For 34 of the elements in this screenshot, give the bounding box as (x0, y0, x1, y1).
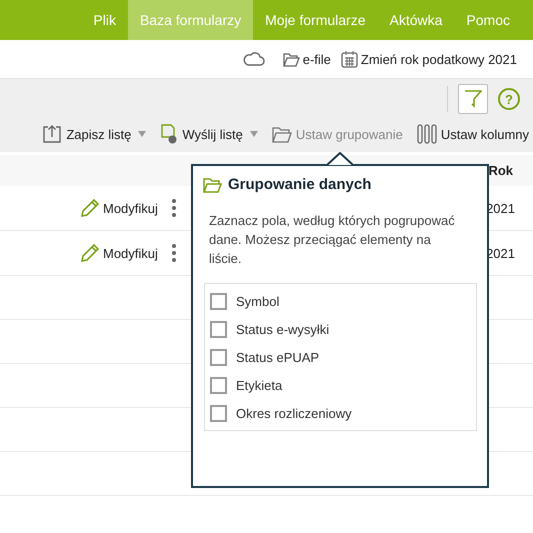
pencil-icon (80, 198, 100, 218)
upload-icon (42, 124, 62, 144)
field-option[interactable]: Okres rozliczeniowy (205, 399, 476, 427)
filter-button[interactable] (458, 84, 488, 114)
toolbar-button[interactable]: Wyślij listę (160, 124, 258, 144)
more-icon[interactable] (172, 199, 176, 217)
folder-icon (272, 126, 292, 142)
modify-button[interactable]: Modyfikuj (80, 243, 158, 263)
checkbox[interactable] (210, 376, 227, 394)
field-option[interactable]: Etykieta (205, 371, 476, 399)
field-option[interactable]: Status ePUAP (205, 343, 476, 371)
field-option[interactable]: Symbol (205, 287, 476, 315)
calendar-icon (340, 50, 358, 68)
checkbox[interactable] (210, 348, 227, 366)
toolbar-button[interactable]: Ustaw kolumny (416, 124, 529, 144)
field-option[interactable]: Status e-wysyłki (205, 315, 476, 343)
column-header[interactable]: Rok (488, 163, 513, 178)
toolbar-button[interactable]: Zapisz listę (42, 124, 146, 144)
funnel-icon (464, 89, 482, 109)
pencil-icon (80, 243, 100, 263)
modify-button[interactable]: Modyfikuj (80, 198, 158, 218)
folder-icon (282, 52, 300, 66)
columns-icon (416, 124, 437, 144)
checkbox[interactable] (210, 404, 227, 422)
popover-title: Grupowanie danych (228, 176, 372, 193)
change-year-link[interactable]: Zmień rok podatkowy 2021 (340, 50, 517, 68)
more-icon[interactable] (172, 244, 176, 262)
checkbox[interactable] (210, 320, 227, 338)
checkbox[interactable] (210, 292, 227, 310)
cloud-icon[interactable] (242, 52, 265, 66)
popover-description: Zaznacz pola, według których pogrupować dane. Możesz przeciągać elementy na liście. (209, 212, 456, 268)
e-file-link[interactable]: e-file (282, 52, 331, 66)
folder-icon (203, 176, 222, 192)
document-icon (160, 124, 178, 144)
